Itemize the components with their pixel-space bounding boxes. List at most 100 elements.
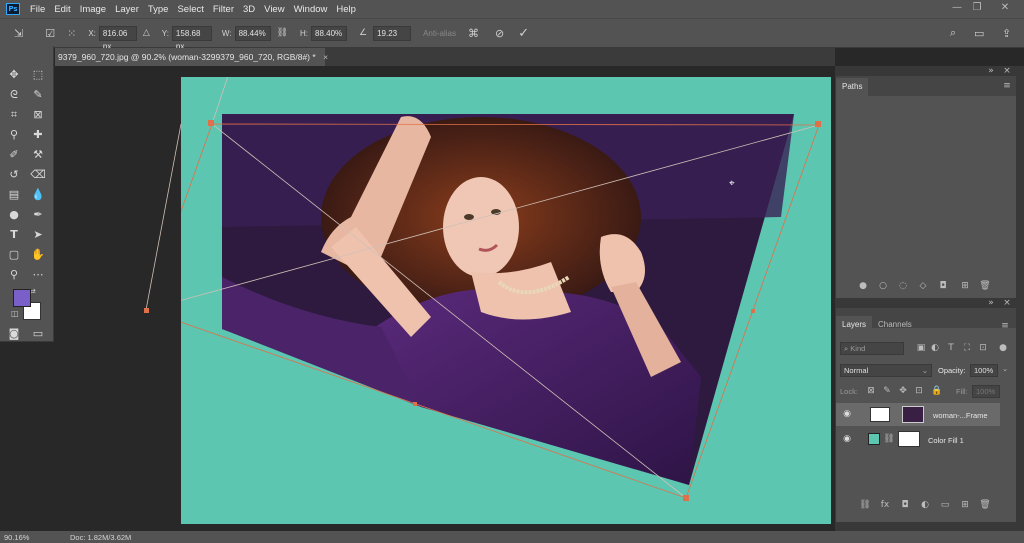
delete-layer-icon[interactable]: 🗑 <box>978 500 992 510</box>
layer-row-frame[interactable]: ◉ woman-...Frame <box>836 403 1000 426</box>
lasso-tool-icon[interactable]: ᘓ <box>5 86 23 103</box>
menu-select[interactable]: Select <box>177 4 203 15</box>
menu-type[interactable]: Type <box>148 4 169 15</box>
collapse-icon[interactable]: » <box>984 66 998 76</box>
foreground-color-swatch[interactable] <box>13 289 31 307</box>
menu-image[interactable]: Image <box>80 4 106 15</box>
document-tab[interactable]: 9379_960_720.jpg @ 90.2% (woman-3299379_… <box>55 48 328 66</box>
delete-path-icon[interactable]: 🗑 <box>978 281 992 291</box>
panel-close-icon[interactable]: × <box>1000 298 1014 308</box>
lock-all-icon[interactable]: 🔒 <box>930 386 944 396</box>
lock-artboard-icon[interactable]: ⊡ <box>912 386 926 396</box>
crop-tool-icon[interactable]: ⌗ <box>5 106 23 123</box>
reference-point-icon[interactable]: ⁙ <box>67 27 76 40</box>
hand-tool-icon[interactable]: ✋ <box>29 246 47 263</box>
layer-row-color-fill[interactable]: ◉ ⛓ Color Fill 1 <box>836 428 1000 451</box>
history-brush-tool-icon[interactable]: ↺ <box>5 166 23 183</box>
filter-shape-icon[interactable]: ⛶ <box>960 343 974 353</box>
eye-icon[interactable]: ◉ <box>840 409 854 419</box>
search-icon[interactable]: ⌕ <box>950 26 956 40</box>
eyedropper-tool-icon[interactable]: ⚲ <box>5 126 23 143</box>
layer-style-icon[interactable]: fx <box>878 500 892 510</box>
screen-mode-icon[interactable]: ▭ <box>29 325 47 342</box>
blend-mode-select[interactable]: Normal ⌄ <box>840 364 932 377</box>
opacity-dropdown-icon[interactable]: ⌄ <box>998 365 1012 373</box>
menu-help[interactable]: Help <box>336 4 356 15</box>
paths-menu-icon[interactable]: ≡ <box>1000 81 1014 91</box>
minimize-button[interactable]: — <box>950 2 964 16</box>
fill-path-icon[interactable]: ● <box>856 281 870 291</box>
blur-tool-icon[interactable]: 💧 <box>29 186 47 203</box>
y-field[interactable]: 158.68 px <box>171 25 212 51</box>
shape-tool-icon[interactable]: ▢ <box>5 246 23 263</box>
zoom-tool-icon[interactable]: ⚲ <box>5 266 23 283</box>
new-path-icon[interactable]: ⊞ <box>958 281 972 291</box>
menu-view[interactable]: View <box>264 4 284 15</box>
layers-menu-icon[interactable]: ≡ <box>998 321 1012 331</box>
collapse-icon[interactable]: » <box>984 298 998 308</box>
menu-filter[interactable]: Filter <box>213 4 234 15</box>
opacity-field[interactable]: 100% <box>970 364 998 377</box>
stroke-path-icon[interactable]: ○ <box>876 281 890 291</box>
document-canvas[interactable]: ⌖ <box>181 77 831 524</box>
load-selection-icon[interactable]: ◌ <box>896 281 910 291</box>
move-tool-icon[interactable]: ✥ <box>5 66 23 83</box>
tab-layers[interactable]: Layers <box>836 316 873 334</box>
new-group-icon[interactable]: ▭ <box>938 500 952 510</box>
menu-file[interactable]: File <box>30 4 45 15</box>
healing-tool-icon[interactable]: ✚ <box>29 126 47 143</box>
menu-3d[interactable]: 3D <box>243 4 255 15</box>
panel-close-icon[interactable]: × <box>1000 66 1014 76</box>
pen-tool-icon[interactable]: ✒ <box>29 206 47 223</box>
gradient-tool-icon[interactable]: ▤ <box>5 186 23 203</box>
commit-transform-icon[interactable]: ✓ <box>518 26 529 41</box>
new-layer-icon[interactable]: ⊞ <box>958 500 972 510</box>
transform-tool-icon[interactable]: ⇲ <box>14 27 23 40</box>
eye-icon[interactable]: ◉ <box>840 434 854 444</box>
zoom-level[interactable]: 90.16% <box>4 533 64 542</box>
quick-select-tool-icon[interactable]: ✎ <box>29 86 47 103</box>
h-field[interactable]: 88.40% <box>311 25 347 41</box>
filter-toggle-icon[interactable]: ● <box>996 343 1010 353</box>
lock-transparent-icon[interactable]: ⊠ <box>864 386 878 396</box>
tab-paths[interactable]: Paths <box>836 78 869 96</box>
lock-position-icon[interactable]: ✥ <box>896 386 910 396</box>
reference-point-checkbox[interactable]: ☑ <box>45 27 55 40</box>
quick-mask-icon[interactable]: ◙ <box>5 325 23 342</box>
x-field[interactable]: 816.06 px <box>98 25 137 51</box>
share-icon[interactable]: ⇪ <box>1002 27 1011 40</box>
add-mask-icon[interactable]: ◘ <box>936 281 950 291</box>
filter-type-icon[interactable]: T <box>944 343 958 353</box>
marquee-tool-icon[interactable]: ⬚ <box>29 66 47 83</box>
filter-smart-icon[interactable]: ⊡ <box>976 343 990 353</box>
link-layers-icon[interactable]: ⛓ <box>858 500 872 510</box>
angle-field[interactable]: 19.23 <box>373 25 412 41</box>
cancel-transform-icon[interactable]: ⊘ <box>495 27 504 40</box>
lock-paint-icon[interactable]: ✎ <box>880 386 894 396</box>
tab-channels[interactable]: Channels <box>872 316 918 334</box>
add-mask-icon[interactable]: ◘ <box>898 500 912 510</box>
default-colors-icon[interactable]: ◫ <box>11 309 19 318</box>
more-tools-icon[interactable]: ⋯ <box>29 266 47 283</box>
work-path-icon[interactable]: ◇ <box>916 281 930 291</box>
anti-alias-option[interactable]: Anti-alias <box>423 29 456 38</box>
adjustment-layer-icon[interactable]: ◐ <box>918 500 932 510</box>
delta-icon[interactable]: △ <box>143 28 150 38</box>
close-window-button[interactable]: ✕ <box>998 2 1012 16</box>
filter-adjustment-icon[interactable]: ◐ <box>928 343 942 353</box>
menu-edit[interactable]: Edit <box>54 4 70 15</box>
frame-tool-icon[interactable]: ⊠ <box>29 106 47 123</box>
brush-tool-icon[interactable]: ✐ <box>5 146 23 163</box>
close-tab-icon[interactable]: × <box>323 52 328 62</box>
transformed-photo[interactable]: ⌖ <box>181 77 831 524</box>
layer-filter-input[interactable]: ⌕ Kind <box>840 342 904 355</box>
w-field[interactable]: 88.44% <box>234 25 271 41</box>
menu-layer[interactable]: Layer <box>115 4 139 15</box>
link-icon[interactable]: ⛓ <box>277 28 288 38</box>
fill-field[interactable]: 100% <box>972 385 1000 398</box>
filter-pixel-icon[interactable]: ▣ <box>914 343 928 353</box>
eraser-tool-icon[interactable]: ⌫ <box>29 166 47 183</box>
restore-button[interactable]: ❐ <box>970 2 984 16</box>
stamp-tool-icon[interactable]: ⚒ <box>29 146 47 163</box>
dodge-tool-icon[interactable]: ● <box>5 206 23 223</box>
